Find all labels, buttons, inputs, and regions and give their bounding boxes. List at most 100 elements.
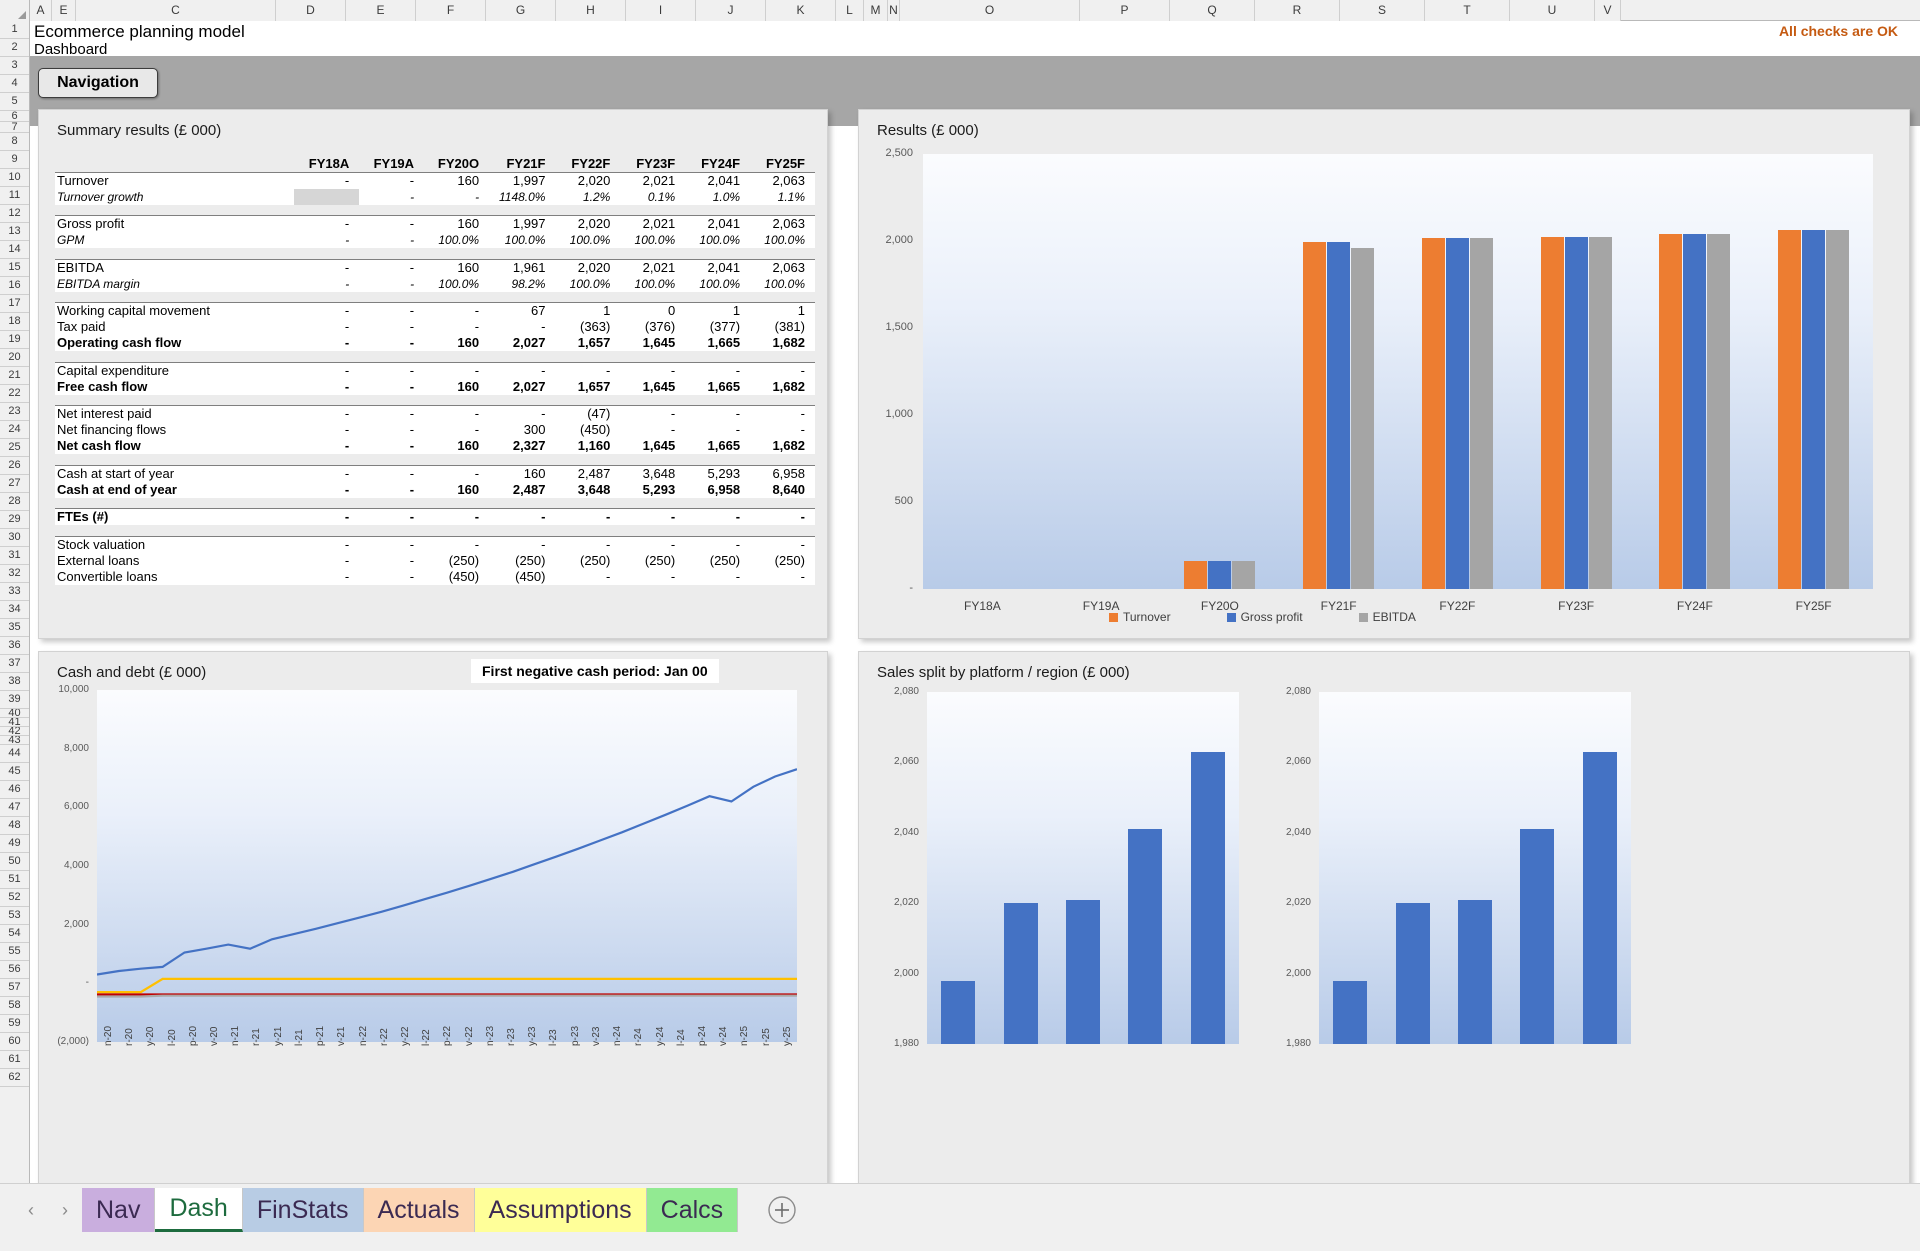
summary-row-label — [55, 291, 295, 303]
row-header-11[interactable]: 11 — [0, 187, 29, 205]
next-sheet-button[interactable]: › — [48, 1188, 82, 1232]
row-header-35[interactable]: 35 — [0, 619, 29, 637]
sheet-tab-calcs[interactable]: Calcs — [646, 1188, 739, 1232]
row-header-32[interactable]: 32 — [0, 565, 29, 583]
column-header-o-14[interactable]: O — [900, 0, 1080, 21]
sheet-tab-assumptions[interactable]: Assumptions — [474, 1188, 647, 1232]
row-header-5[interactable]: 5 — [0, 93, 29, 111]
row-header-29[interactable]: 29 — [0, 511, 29, 529]
column-header-g-6[interactable]: G — [486, 0, 556, 21]
row-header-41[interactable]: 41 — [0, 718, 29, 727]
row-header-44[interactable]: 44 — [0, 745, 29, 763]
row-header-8[interactable]: 8 — [0, 133, 29, 151]
sheet-tab-dash[interactable]: Dash — [155, 1188, 243, 1232]
sheet-tab-finstats[interactable]: FinStats — [242, 1188, 364, 1232]
row-header-2[interactable]: 2 — [0, 39, 29, 57]
row-header-37[interactable]: 37 — [0, 655, 29, 673]
row-header-20[interactable]: 20 — [0, 349, 29, 367]
table-row: External loans - - (250) (250) (250) (250) (250… — [55, 552, 815, 569]
column-header-d-3[interactable]: D — [276, 0, 346, 21]
row-header-9[interactable]: 9 — [0, 151, 29, 169]
row-header-57[interactable]: 57 — [0, 979, 29, 997]
column-header-a-0[interactable]: A — [30, 0, 52, 21]
row-header-40[interactable]: 40 — [0, 709, 29, 718]
row-header-1[interactable]: 1 — [0, 21, 29, 39]
column-header-s-18[interactable]: S — [1340, 0, 1425, 21]
column-header-f-5[interactable]: F — [416, 0, 486, 21]
row-header-50[interactable]: 50 — [0, 853, 29, 871]
column-header-q-16[interactable]: Q — [1170, 0, 1255, 21]
sheet-tab-actuals[interactable]: Actuals — [363, 1188, 475, 1232]
select-all-corner[interactable] — [0, 0, 30, 21]
row-header-45[interactable]: 45 — [0, 763, 29, 781]
sheet-tab-nav[interactable]: Nav — [82, 1188, 156, 1232]
row-header-53[interactable]: 53 — [0, 907, 29, 925]
column-header-e-1[interactable]: E — [52, 0, 76, 21]
row-header-56[interactable]: 56 — [0, 961, 29, 979]
row-header-47[interactable]: 47 — [0, 799, 29, 817]
row-header-17[interactable]: 17 — [0, 295, 29, 313]
row-header-33[interactable]: 33 — [0, 583, 29, 601]
prev-sheet-button[interactable]: ‹ — [14, 1188, 48, 1232]
row-header-36[interactable]: 36 — [0, 637, 29, 655]
row-header-28[interactable]: 28 — [0, 493, 29, 511]
row-header-52[interactable]: 52 — [0, 889, 29, 907]
row-header-54[interactable]: 54 — [0, 925, 29, 943]
row-header-46[interactable]: 46 — [0, 781, 29, 799]
row-header-38[interactable]: 38 — [0, 673, 29, 691]
row-header-26[interactable]: 26 — [0, 457, 29, 475]
column-header-c-2[interactable]: C — [76, 0, 276, 21]
column-header-e-4[interactable]: E — [346, 0, 416, 21]
table-row: Stock valuation - - - - - - - - — [55, 535, 815, 553]
column-header-p-15[interactable]: P — [1080, 0, 1170, 21]
column-header-r-17[interactable]: R — [1255, 0, 1340, 21]
row-header-6[interactable]: 6 — [0, 111, 29, 122]
worksheet-grid[interactable]: Ecommerce planning model Dashboard All c… — [30, 21, 1920, 1204]
column-header-h-7[interactable]: H — [556, 0, 626, 21]
row-header-42[interactable]: 42 — [0, 727, 29, 736]
row-header-14[interactable]: 14 — [0, 241, 29, 259]
column-header-n-13[interactable]: N — [888, 0, 900, 21]
row-header-12[interactable]: 12 — [0, 205, 29, 223]
row-header-24[interactable]: 24 — [0, 421, 29, 439]
column-header-v-21[interactable]: V — [1595, 0, 1621, 21]
row-header-48[interactable]: 48 — [0, 817, 29, 835]
row-header-18[interactable]: 18 — [0, 313, 29, 331]
row-header-21[interactable]: 21 — [0, 367, 29, 385]
column-header-t-19[interactable]: T — [1425, 0, 1510, 21]
summary-cell — [489, 525, 556, 536]
row-header-59[interactable]: 59 — [0, 1015, 29, 1033]
row-header-60[interactable]: 60 — [0, 1033, 29, 1051]
row-header-62[interactable]: 62 — [0, 1069, 29, 1087]
row-header-51[interactable]: 51 — [0, 871, 29, 889]
row-header-27[interactable]: 27 — [0, 475, 29, 493]
column-header-l-11[interactable]: L — [836, 0, 864, 21]
row-header-7[interactable]: 7 — [0, 122, 29, 133]
column-header-m-12[interactable]: M — [864, 0, 888, 21]
column-header-i-8[interactable]: I — [626, 0, 696, 21]
row-header-4[interactable]: 4 — [0, 75, 29, 93]
row-header-10[interactable]: 10 — [0, 169, 29, 187]
row-header-31[interactable]: 31 — [0, 547, 29, 565]
add-sheet-button[interactable] — [760, 1188, 804, 1232]
row-header-19[interactable]: 19 — [0, 331, 29, 349]
row-header-43[interactable]: 43 — [0, 736, 29, 745]
row-header-3[interactable]: 3 — [0, 57, 29, 75]
column-header-u-20[interactable]: U — [1510, 0, 1595, 21]
navigation-button[interactable]: Navigation — [38, 68, 158, 98]
row-header-39[interactable]: 39 — [0, 691, 29, 709]
row-header-30[interactable]: 30 — [0, 529, 29, 547]
row-header-22[interactable]: 22 — [0, 385, 29, 403]
row-header-49[interactable]: 49 — [0, 835, 29, 853]
row-header-58[interactable]: 58 — [0, 997, 29, 1015]
row-header-61[interactable]: 61 — [0, 1051, 29, 1069]
row-header-13[interactable]: 13 — [0, 223, 29, 241]
row-header-55[interactable]: 55 — [0, 943, 29, 961]
column-header-j-9[interactable]: J — [696, 0, 766, 21]
row-header-16[interactable]: 16 — [0, 277, 29, 295]
row-header-23[interactable]: 23 — [0, 403, 29, 421]
row-header-25[interactable]: 25 — [0, 439, 29, 457]
row-header-34[interactable]: 34 — [0, 601, 29, 619]
row-header-15[interactable]: 15 — [0, 259, 29, 277]
column-header-k-10[interactable]: K — [766, 0, 836, 21]
